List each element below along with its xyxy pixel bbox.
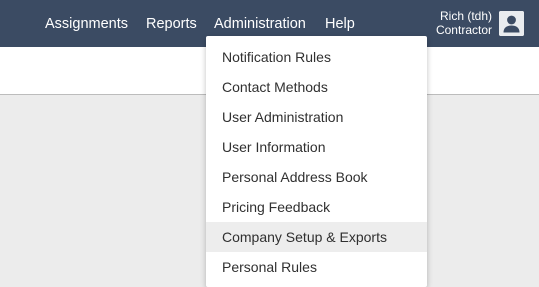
user-info[interactable]: Rich (tdh) Contractor xyxy=(422,9,492,37)
user-role: Contractor xyxy=(435,23,492,37)
menu-item-company-setup-exports[interactable]: Company Setup & Exports xyxy=(206,222,427,252)
menu-item-pricing-feedback[interactable]: Pricing Feedback xyxy=(206,192,427,222)
nav-help[interactable]: Help xyxy=(325,14,355,34)
person-icon[interactable] xyxy=(499,11,524,36)
menu-item-contact-methods[interactable]: Contact Methods xyxy=(206,72,427,102)
menu-item-user-administration[interactable]: User Administration xyxy=(206,102,427,132)
menu-item-user-information[interactable]: User Information xyxy=(206,132,427,162)
administration-dropdown-menu: Notification Rules Contact Methods User … xyxy=(206,36,427,287)
menu-item-notification-rules[interactable]: Notification Rules xyxy=(206,42,427,72)
nav-administration[interactable]: Administration xyxy=(214,14,306,34)
menu-item-personal-address-book[interactable]: Personal Address Book xyxy=(206,162,427,192)
nav-reports[interactable]: Reports xyxy=(146,14,197,34)
nav-assignments[interactable]: Assignments xyxy=(45,14,128,34)
menu-item-personal-rules[interactable]: Personal Rules xyxy=(206,252,427,282)
app-page: Assignments Reports Administration Help … xyxy=(0,0,539,287)
user-name: Rich (tdh) xyxy=(439,9,492,23)
